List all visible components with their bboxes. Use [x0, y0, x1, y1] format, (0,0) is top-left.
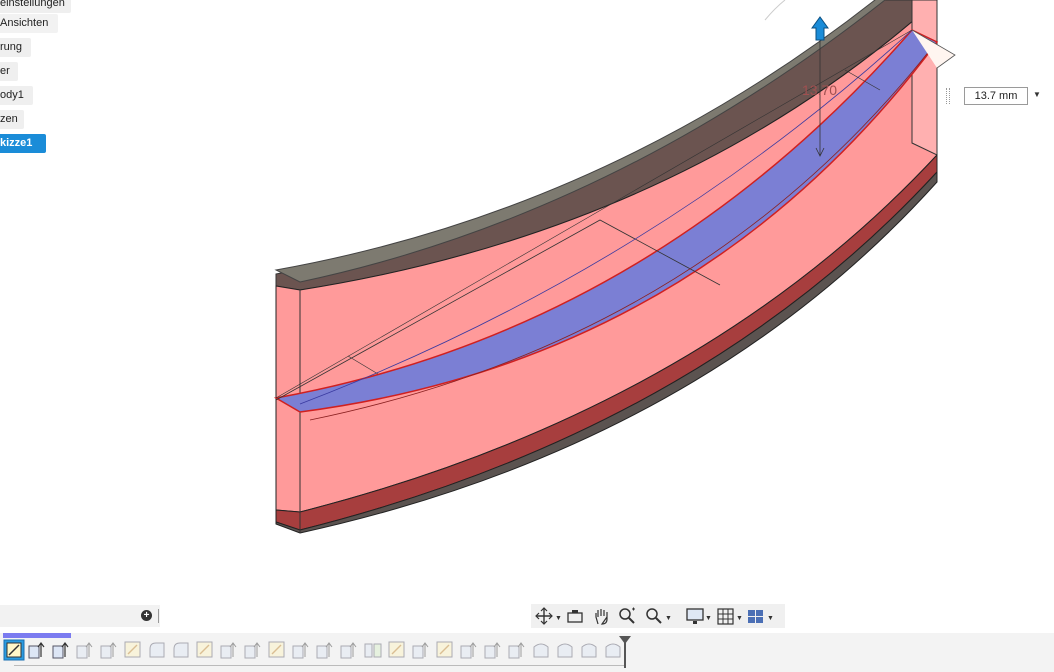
grid-icon[interactable]: [717, 608, 734, 625]
timeline-item-sketch-active[interactable]: [3, 639, 25, 661]
fillet-icon[interactable]: [173, 642, 189, 658]
browser-item-sketches[interactable]: zen: [0, 110, 24, 129]
extrude-icon[interactable]: [484, 642, 501, 659]
sketch-icon[interactable]: [124, 641, 141, 658]
extrude-icon[interactable]: [340, 642, 357, 659]
browser-item-origin[interactable]: rung: [0, 38, 31, 57]
timeline-marker[interactable]: [624, 636, 626, 668]
sketch-icon[interactable]: [388, 641, 405, 658]
extrude-icon[interactable]: [316, 642, 333, 659]
pan-icon[interactable]: [595, 609, 608, 625]
zoom-icon[interactable]: [619, 607, 635, 624]
display-settings-icon[interactable]: [686, 608, 704, 624]
extrude-icon[interactable]: [508, 642, 525, 659]
orbit-icon[interactable]: [535, 607, 553, 625]
end-face: [911, 0, 938, 156]
chevron-down-icon: ▼: [767, 615, 774, 622]
model-canvas[interactable]: 13.70: [0, 0, 1054, 600]
dimension-label: 13.70: [802, 82, 837, 98]
comments-bar: [0, 605, 160, 627]
extrude-icon[interactable]: [28, 642, 45, 659]
timeline-items: [3, 639, 621, 661]
extrude-icon[interactable]: [292, 642, 309, 659]
browser-item-views[interactable]: Ansichten: [0, 14, 58, 33]
fillet-icon[interactable]: [149, 642, 165, 658]
revolve-icon[interactable]: [605, 643, 621, 658]
chevron-down-icon: ▼: [705, 615, 712, 622]
orbit-arc: [764, 0, 786, 21]
dropdown-caret-icon[interactable]: ▼: [1033, 90, 1041, 99]
browser-item-settings[interactable]: einstellungen: [0, 0, 71, 13]
sketch-icon[interactable]: [196, 641, 213, 658]
chevron-down-icon: ▼: [555, 615, 562, 622]
extrude-icon[interactable]: [220, 642, 237, 659]
navigation-toolbar: ▼ ▼ ▼ ▼ ▼: [531, 604, 785, 628]
plus-circle-icon[interactable]: +: [141, 610, 152, 621]
extrude-icon[interactable]: [244, 642, 261, 659]
revolve-icon[interactable]: [557, 643, 573, 658]
browser-item-bodies[interactable]: er: [0, 62, 18, 81]
split-icon[interactable]: [364, 643, 382, 658]
extrude-icon[interactable]: [100, 642, 117, 659]
sketch-icon[interactable]: [436, 641, 453, 658]
revolve-icon[interactable]: [533, 643, 549, 658]
extrude-icon[interactable]: [52, 642, 69, 659]
extrude-icon[interactable]: [76, 642, 93, 659]
chevron-down-icon: ▼: [665, 615, 672, 622]
browser-item-sketch1[interactable]: kizze1: [0, 134, 46, 153]
3d-viewport[interactable]: 13.70: [0, 0, 1054, 600]
browser-item-body1[interactable]: ody1: [0, 86, 33, 105]
sketch-icon[interactable]: [268, 641, 285, 658]
zoom-window-icon[interactable]: [646, 608, 662, 624]
viewports-icon[interactable]: [748, 610, 763, 623]
dimension-input[interactable]: [964, 87, 1028, 105]
separator: [158, 609, 159, 623]
extrude-icon[interactable]: [460, 642, 477, 659]
extrude-icon[interactable]: [412, 642, 429, 659]
revolve-icon[interactable]: [581, 643, 597, 658]
look-at-icon[interactable]: [567, 610, 583, 623]
chevron-down-icon: ▼: [736, 615, 743, 622]
drag-grip-icon[interactable]: [946, 88, 950, 104]
